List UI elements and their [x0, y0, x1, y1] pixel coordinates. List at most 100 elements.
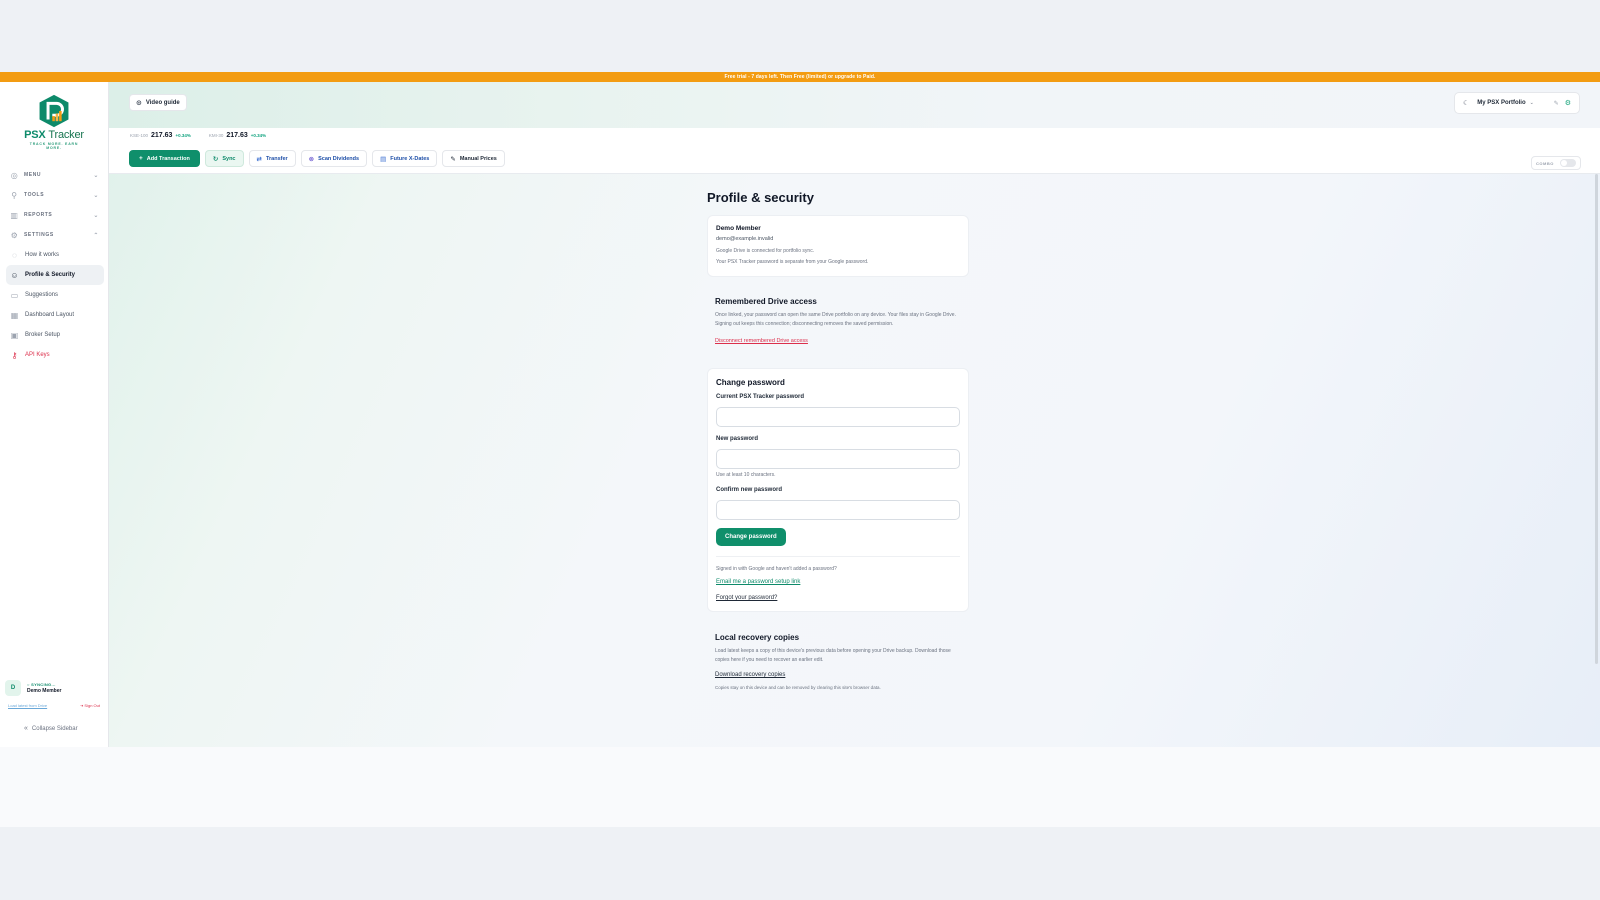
- user-icon: ☺: [10, 270, 19, 280]
- profile-name: Demo Member: [716, 225, 761, 232]
- pencil-icon: ✎: [450, 155, 456, 163]
- confirm-password-input[interactable]: [716, 500, 960, 520]
- sidebar: PSX Tracker TRACK MORE. EARN MORE. ◎ MEN…: [0, 82, 109, 747]
- sidebar-item-suggestions[interactable]: ▭ Suggestions: [6, 285, 104, 305]
- logo-tagline: TRACK MORE. EARN MORE.: [29, 142, 79, 150]
- manual-prices-button[interactable]: ✎ Manual Prices: [442, 150, 505, 167]
- sign-out-button[interactable]: ⇥ Sign Out: [80, 703, 100, 708]
- coins-icon: ⊗: [308, 155, 315, 163]
- chevron-down-icon[interactable]: ⌄: [1530, 100, 1534, 106]
- bar-chart-icon: ▥: [10, 210, 19, 220]
- video-guide-button[interactable]: ⊙ Video guide: [129, 94, 187, 111]
- user-name: Demo Member: [27, 688, 62, 694]
- change-password-title: Change password: [716, 378, 785, 387]
- user-info: ○ SYNCING... Demo Member: [27, 682, 61, 694]
- scrollbar[interactable]: [1595, 174, 1598, 664]
- confirm-password-label: Confirm new password: [716, 487, 783, 493]
- new-password-label: New password: [716, 436, 759, 442]
- download-recovery-link[interactable]: Download recovery copies: [715, 672, 961, 678]
- sidebar-item-profile-security[interactable]: ☺ Profile & Security: [6, 265, 104, 285]
- bottom-band: [0, 747, 1600, 827]
- load-latest-link[interactable]: Load latest from Drive: [8, 703, 47, 708]
- sidebar-section-label: TOOLS: [24, 192, 45, 198]
- portfolio-name[interactable]: My PSX Portfolio: [1477, 100, 1525, 106]
- plus-icon: +: [139, 155, 143, 162]
- key-icon: ⚷: [11, 350, 18, 360]
- sidebar-item-how-it-works[interactable]: ◌ How it works: [6, 245, 104, 265]
- sign-out-label: Sign Out: [84, 703, 100, 708]
- divider: [716, 556, 960, 557]
- message-icon: ▭: [10, 290, 19, 300]
- recovery-title: Local recovery copies: [715, 633, 800, 642]
- sidebar-section-settings[interactable]: ⚙ SETTINGS ⌃: [6, 225, 104, 245]
- logo[interactable]: PSX Tracker TRACK MORE. EARN MORE.: [22, 94, 86, 150]
- page-title: Profile & security: [707, 190, 814, 205]
- pencil-icon[interactable]: ✎: [1554, 100, 1559, 107]
- sidebar-item-dashboard-layout[interactable]: ▦ Dashboard Layout: [6, 305, 104, 325]
- header-strip: [109, 82, 1600, 128]
- user-actions: Load latest from Drive ⇥ Sign Out: [5, 703, 103, 708]
- sidebar-item-label: Suggestions: [25, 292, 59, 298]
- settings-icon[interactable]: ⚙: [1565, 99, 1571, 107]
- logo-name: PSX Tracker: [24, 129, 84, 141]
- trial-banner: Free trial - 7 days left. Then Free (lim…: [0, 72, 1600, 82]
- future-xdates-button[interactable]: ▤ Future X-Dates: [372, 150, 438, 167]
- password-separate-note: Your PSX Tracker password is separate fr…: [716, 259, 869, 265]
- new-password-input[interactable]: [716, 449, 960, 469]
- ticker-kse100: KSE-100 217.63 +0.34%: [130, 132, 191, 139]
- collapse-sidebar-label: Collapse Sidebar: [31, 725, 78, 732]
- disconnect-drive-link[interactable]: Disconnect remembered Drive access: [715, 338, 961, 344]
- sidebar-item-label: How it works: [25, 252, 60, 258]
- bottom-band-lower: [0, 827, 1600, 900]
- transfer-button[interactable]: ⇄ Transfer: [248, 150, 296, 167]
- sidebar-section-menu[interactable]: ◎ MENU ⌄: [6, 165, 104, 185]
- sidebar-item-broker-setup[interactable]: ▣ Broker Setup: [6, 325, 104, 345]
- layout-grid-icon: ▦: [10, 310, 19, 320]
- scan-dividends-button[interactable]: ⊗ Scan Dividends: [300, 150, 368, 167]
- drive-access-description: Once linked, your password can open the …: [715, 312, 956, 327]
- google-password-note: Signed in with Google and haven't added …: [716, 566, 837, 572]
- briefcase-icon: ▣: [10, 330, 19, 340]
- main-area: ⊙ Video guide ☾ My PSX Portfolio ⌄ ✎ ⚙ K…: [109, 82, 1600, 747]
- current-password-input[interactable]: [716, 407, 960, 427]
- toolbar-area: KSE-100 217.63 +0.34% KMI-30 217.63 +0.34% +…: [109, 128, 1600, 174]
- app-window: PSX Tracker TRACK MORE. EARN MORE. ◎ MEN…: [0, 82, 1600, 747]
- action-toolbar: + Add Transaction ↻ Sync ⇄ Transfer ⊗ Scan D…: [129, 150, 505, 167]
- forgot-password-link[interactable]: Forgot your password?: [716, 595, 960, 601]
- help-circle-icon: ◌: [12, 250, 17, 260]
- gear-icon: ⚙: [10, 230, 19, 240]
- drive-access-title: Remembered Drive access: [715, 297, 817, 306]
- moon-icon[interactable]: ☾: [1463, 99, 1469, 107]
- sidebar-section-tools[interactable]: ⚲ TOOLS ⌄: [6, 185, 104, 205]
- manual-prices-label: Manual Prices: [459, 155, 497, 162]
- add-transaction-button[interactable]: + Add Transaction: [129, 150, 200, 167]
- sidebar-item-label: Broker Setup: [25, 332, 61, 338]
- profile-card: Demo Member demo@example.invalid Google …: [707, 215, 969, 277]
- ticker-name: KMI-30: [208, 133, 224, 138]
- avatar[interactable]: D: [5, 680, 21, 696]
- chevron-down-icon: ⌄: [93, 212, 99, 219]
- chevron-down-icon: ⌄: [93, 172, 99, 179]
- sidebar-section-label: REPORTS: [24, 212, 53, 218]
- portfolio-selector: ☾ My PSX Portfolio ⌄ ✎ ⚙: [1454, 92, 1580, 114]
- collapse-sidebar-button[interactable]: « Collapse Sidebar: [24, 725, 78, 732]
- sync-button[interactable]: ↻ Sync: [204, 150, 244, 167]
- sidebar-section-reports[interactable]: ▥ REPORTS ⌄: [6, 205, 104, 225]
- email-setup-link[interactable]: Email me a password setup link: [716, 579, 960, 585]
- ticker-kmi30: KMI-30 217.63 +0.34%: [209, 132, 266, 139]
- change-password-card: Change password Current PSX Tracker pass…: [707, 368, 969, 612]
- recovery-section: Local recovery copies Load latest keeps …: [707, 633, 969, 692]
- scan-dividends-label: Scan Dividends: [318, 155, 360, 162]
- ticker-name: KSE-100: [130, 133, 149, 138]
- recovery-description: Load latest keeps a copy of this device'…: [715, 648, 951, 663]
- profile-email: demo@example.invalid: [716, 236, 774, 242]
- chevron-down-icon: ⌄: [93, 192, 99, 199]
- sidebar-nav: ◎ MENU ⌄ ⚲ TOOLS ⌄ ▥ REPORTS ⌄ ⚙ SETTING…: [6, 165, 104, 365]
- add-transaction-label: Add Transaction: [146, 155, 190, 162]
- combo-switch[interactable]: [1559, 159, 1576, 167]
- top-gap: [0, 0, 1600, 72]
- calendar-icon: ▤: [380, 155, 387, 163]
- sidebar-item-api-keys[interactable]: ⚷ API Keys: [6, 345, 104, 365]
- combo-toggle[interactable]: COMBO: [1531, 156, 1581, 170]
- change-password-button[interactable]: Change password: [716, 528, 786, 546]
